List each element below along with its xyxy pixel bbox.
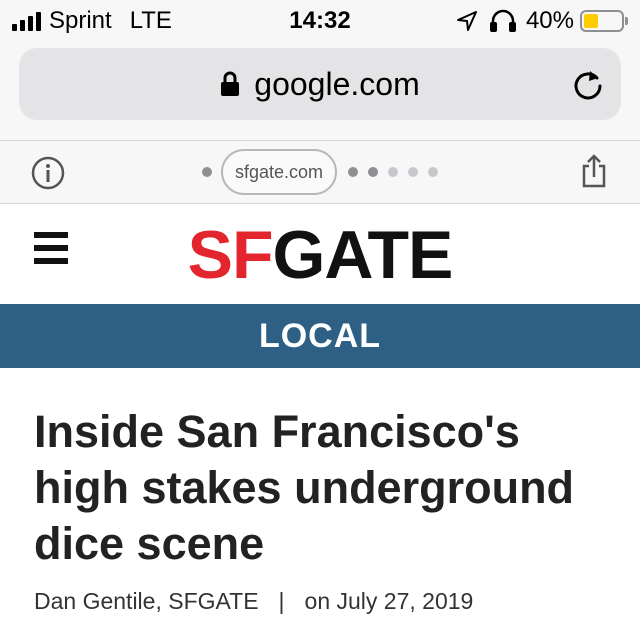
battery-nub — [625, 17, 628, 25]
status-right: 40% — [456, 6, 628, 36]
article-byline: Dan Gentile, SFGATE | on July 27, 2019 — [34, 588, 473, 615]
battery-icon — [580, 10, 624, 32]
logo-sf: SF — [187, 217, 274, 293]
carousel-dot — [348, 167, 359, 177]
amp-domain-pill[interactable]: sfgate.com — [220, 149, 338, 195]
carousel-dot — [388, 167, 399, 177]
carousel-dot — [368, 167, 379, 177]
publish-date: on July 27, 2019 — [304, 588, 474, 614]
sfgate-logo[interactable]: SFGATE — [0, 218, 640, 292]
browser-toolbar: google.com — [0, 42, 640, 141]
carousel-dot — [408, 167, 419, 177]
address-content: google.com — [19, 48, 621, 120]
amp-carousel: sfgate.com — [0, 149, 640, 195]
logo-gate: GATE — [272, 217, 454, 293]
location-arrow-icon — [456, 11, 477, 31]
site-header: SFGATE — [0, 204, 640, 304]
author[interactable]: Dan Gentile, SFGATE — [34, 588, 259, 614]
section-title[interactable]: LOCAL — [259, 317, 381, 356]
status-bar: Sprint LTE 14:32 40% — [0, 0, 640, 42]
article-headline: Inside San Francisco's high stakes under… — [34, 406, 575, 569]
battery-percent: 40% — [525, 7, 574, 34]
battery-level — [584, 14, 599, 28]
url-text: google.com — [254, 65, 420, 102]
amp-domain-text: sfgate.com — [234, 161, 324, 182]
byline-separator: | — [278, 588, 285, 614]
carousel-dot — [428, 167, 439, 177]
address-bar[interactable]: google.com — [19, 48, 621, 120]
reload-icon[interactable] — [571, 67, 605, 101]
headphones-icon — [489, 9, 516, 32]
amp-header-bar: sfgate.com — [0, 141, 640, 204]
share-icon[interactable] — [580, 153, 608, 189]
lock-icon — [221, 71, 240, 96]
carousel-dot — [201, 167, 212, 177]
section-band: LOCAL — [0, 304, 640, 368]
